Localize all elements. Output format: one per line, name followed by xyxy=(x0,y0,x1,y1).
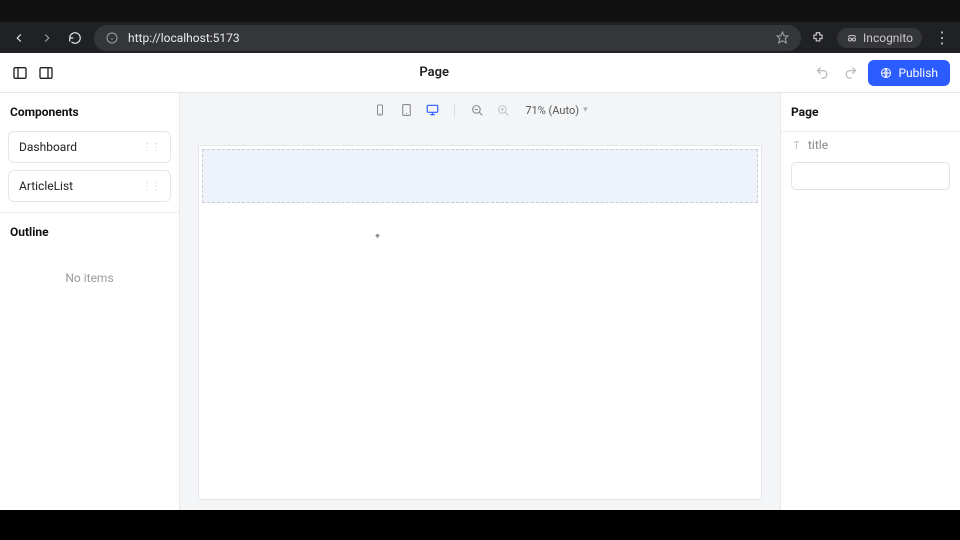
publish-button[interactable]: Publish xyxy=(868,60,950,86)
zoom-controls xyxy=(469,102,511,118)
components-heading: Components xyxy=(0,93,179,131)
canvas-wrap: 71% (Auto) ▾ ⌖ xyxy=(180,93,780,510)
browser-tab-strip xyxy=(0,0,960,22)
device-mobile-button[interactable] xyxy=(372,102,388,118)
chevron-down-icon: ▾ xyxy=(583,105,588,115)
device-desktop-button[interactable] xyxy=(424,102,440,118)
app-topbar: Page Publish xyxy=(0,53,960,93)
app-body: Components Dashboard ⋮⋮ ArticleList ⋮⋮ O… xyxy=(0,93,960,510)
incognito-badge[interactable]: Incognito xyxy=(837,28,922,48)
reload-button[interactable] xyxy=(66,29,84,47)
back-button[interactable] xyxy=(10,29,28,47)
toggle-right-panel-button[interactable] xyxy=(36,63,56,83)
property-label: title xyxy=(791,138,950,152)
right-panel: Page title xyxy=(780,93,960,510)
canvas-area[interactable]: ⌖ xyxy=(180,127,780,510)
outline-heading: Outline xyxy=(0,213,179,251)
title-input[interactable] xyxy=(791,162,950,190)
device-switcher xyxy=(372,102,440,118)
property-row-title: title xyxy=(781,132,960,196)
component-card-articlelist[interactable]: ArticleList ⋮⋮ xyxy=(8,170,171,202)
toolbar-divider xyxy=(454,103,455,117)
bookmark-star-icon[interactable] xyxy=(776,31,789,44)
drop-zone[interactable] xyxy=(202,149,758,203)
text-type-icon xyxy=(791,140,802,151)
publish-button-label: Publish xyxy=(898,66,938,80)
property-label-text: title xyxy=(808,138,828,152)
device-tablet-button[interactable] xyxy=(398,102,414,118)
app-window: Page Publish Components Dashboard xyxy=(0,53,960,510)
topbar-right: Publish xyxy=(812,60,950,86)
drag-handle-icon[interactable]: ⋮⋮ xyxy=(142,142,160,153)
address-bar-url: http://localhost:5173 xyxy=(128,31,766,45)
letterbox-bottom xyxy=(0,510,960,540)
zoom-in-button[interactable] xyxy=(495,102,511,118)
page-title: Page xyxy=(419,65,449,80)
address-bar[interactable]: http://localhost:5173 xyxy=(94,25,801,51)
topbar-left xyxy=(10,63,56,83)
canvas-toolbar: 71% (Auto) ▾ xyxy=(180,93,780,127)
undo-button[interactable] xyxy=(812,63,832,83)
browser-chrome: http://localhost:5173 Incognito ⋮ xyxy=(0,0,960,53)
outline-empty-state: No items xyxy=(0,251,179,305)
site-info-icon[interactable] xyxy=(106,32,118,44)
toggle-left-panel-button[interactable] xyxy=(10,63,30,83)
extensions-icon[interactable] xyxy=(811,31,825,45)
browser-right-controls: Incognito ⋮ xyxy=(811,28,950,48)
browser-toolbar: http://localhost:5173 Incognito ⋮ xyxy=(0,22,960,53)
zoom-out-button[interactable] xyxy=(469,102,485,118)
components-list: Dashboard ⋮⋮ ArticleList ⋮⋮ xyxy=(0,131,179,213)
inspector-heading: Page xyxy=(781,93,960,132)
browser-menu-icon[interactable]: ⋮ xyxy=(934,30,950,46)
zoom-level-label: 71% (Auto) xyxy=(525,104,579,117)
incognito-label: Incognito xyxy=(863,31,913,45)
redo-button[interactable] xyxy=(840,63,860,83)
drag-handle-icon[interactable]: ⋮⋮ xyxy=(142,181,160,192)
artboard[interactable]: ⌖ xyxy=(198,145,762,500)
component-card-dashboard[interactable]: Dashboard ⋮⋮ xyxy=(8,131,171,163)
component-name: Dashboard xyxy=(19,140,77,154)
cursor-icon: ⌖ xyxy=(375,232,382,242)
zoom-level-dropdown[interactable]: 71% (Auto) ▾ xyxy=(525,104,587,117)
left-panel: Components Dashboard ⋮⋮ ArticleList ⋮⋮ O… xyxy=(0,93,180,510)
globe-icon xyxy=(880,67,892,79)
component-name: ArticleList xyxy=(19,179,73,193)
forward-button[interactable] xyxy=(38,29,56,47)
